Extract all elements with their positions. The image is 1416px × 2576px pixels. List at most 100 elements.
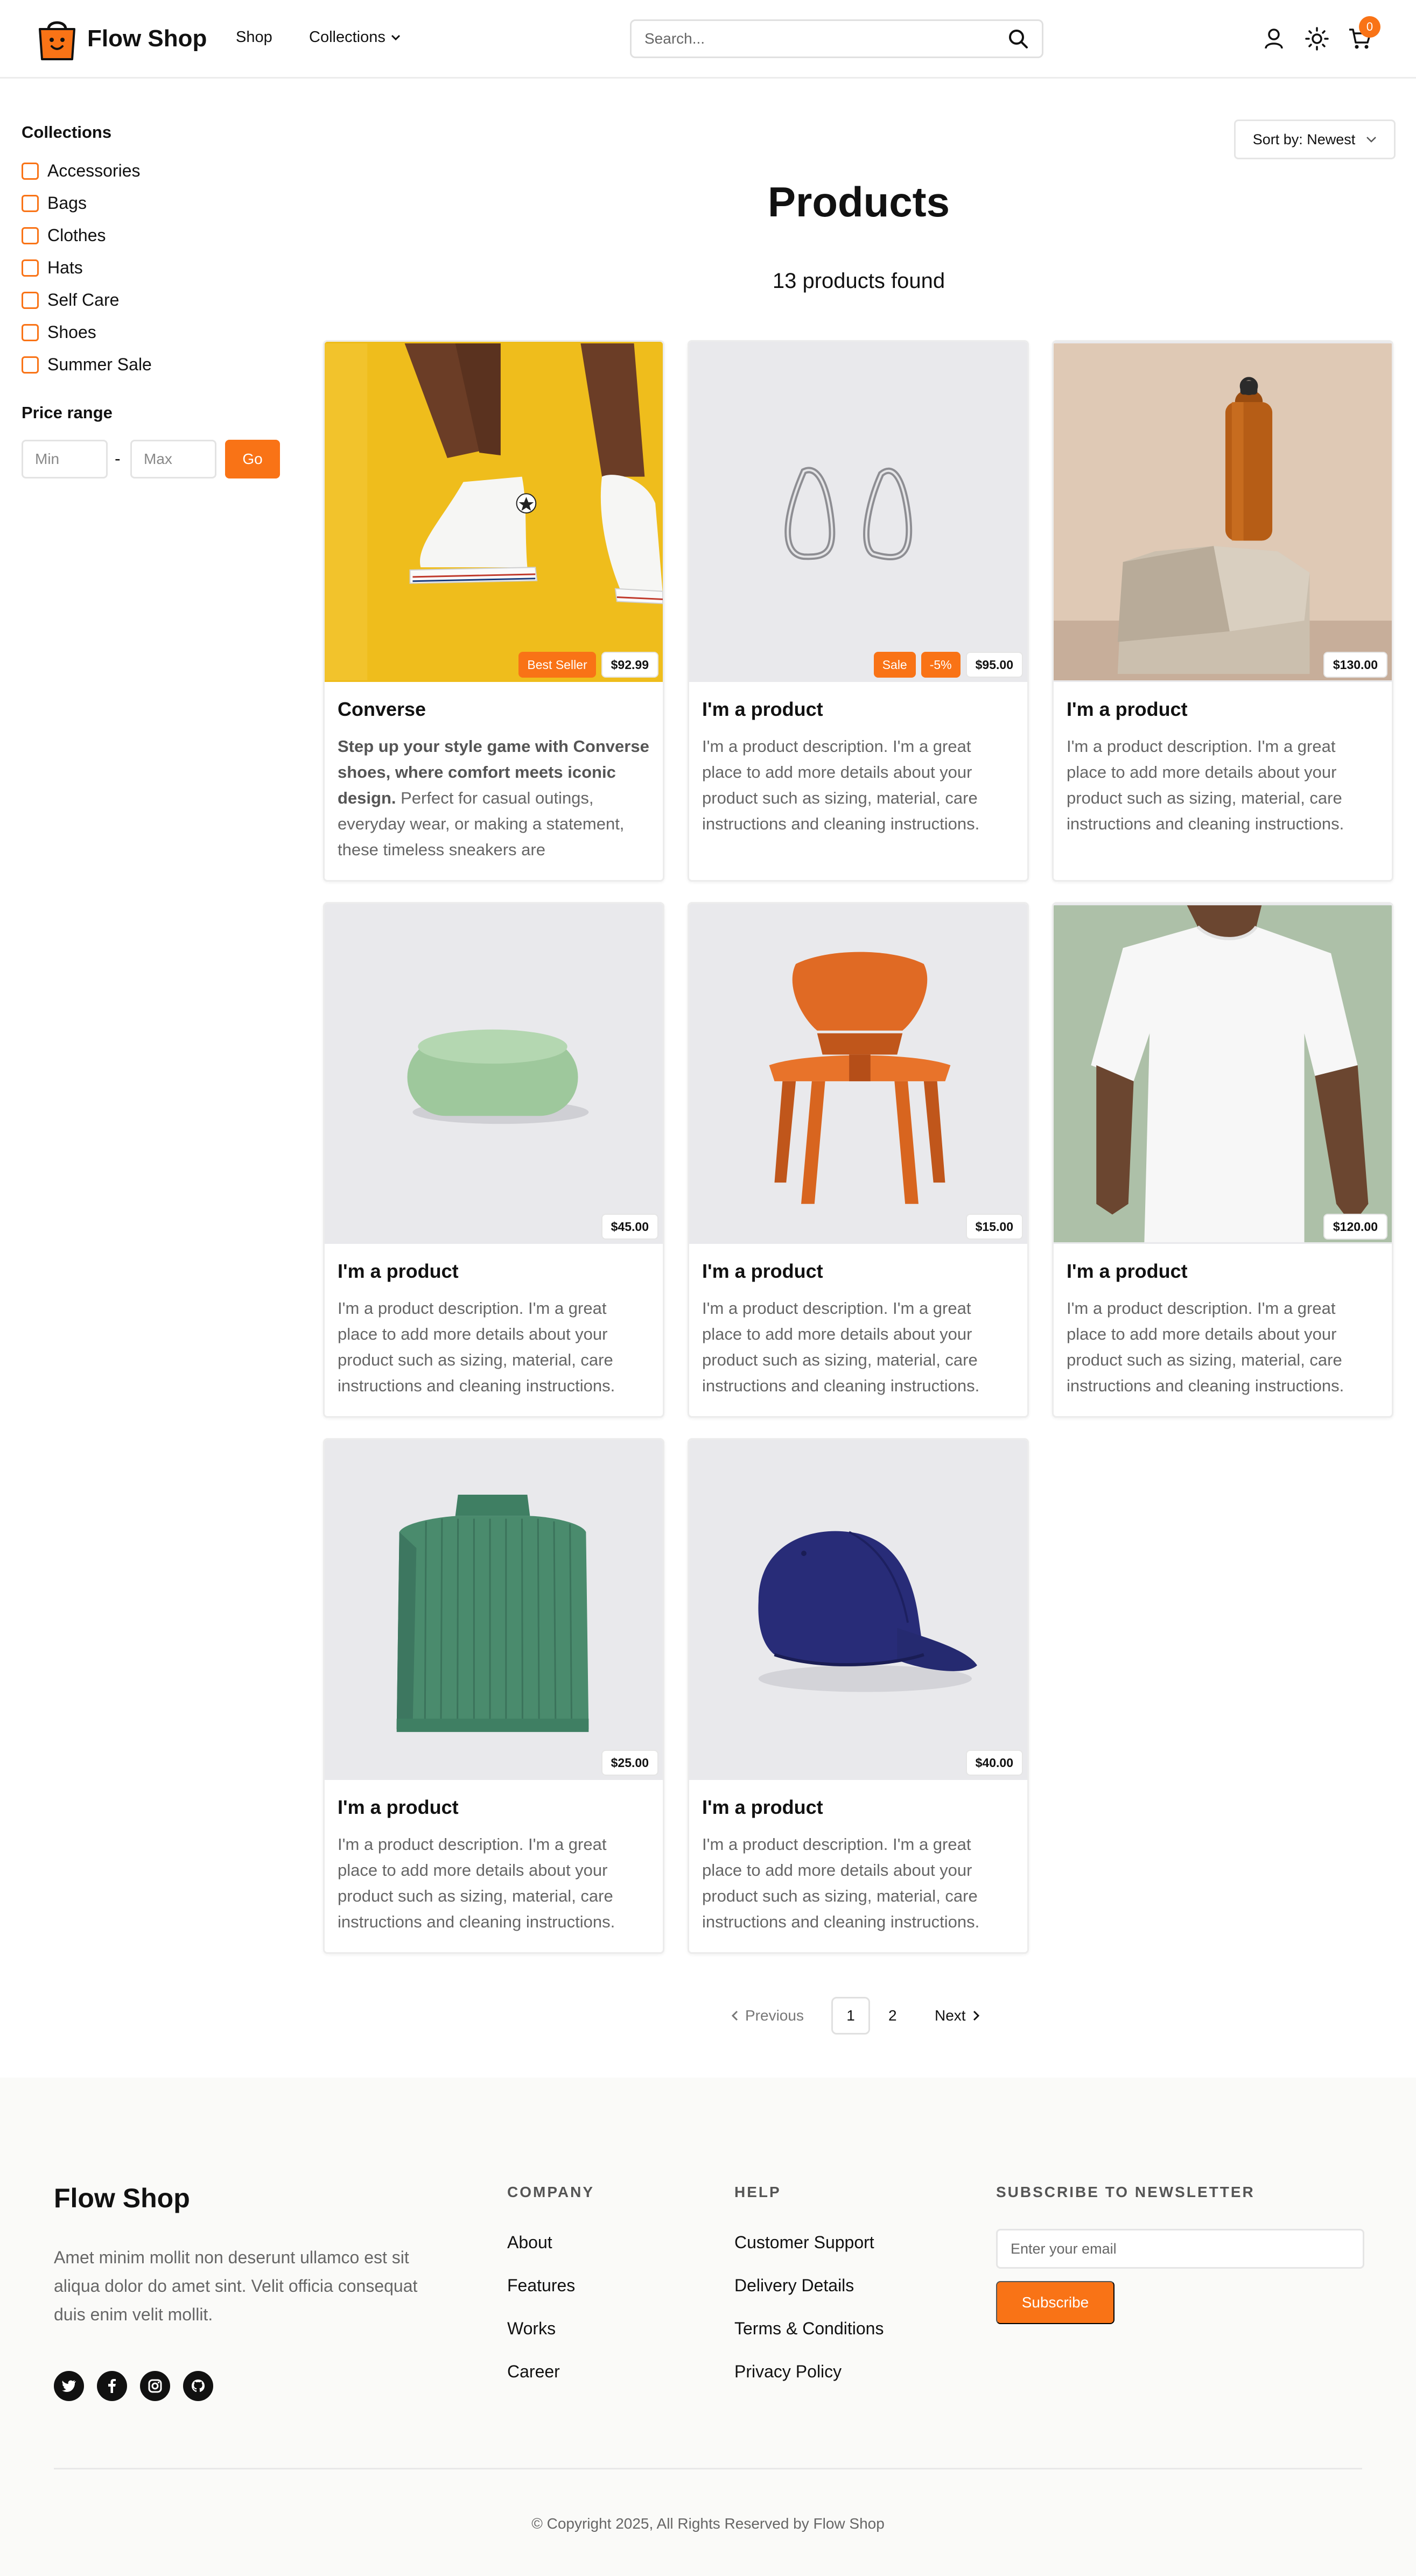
price-badge: $40.00: [965, 1750, 1023, 1776]
sneakers-illustration: [325, 343, 663, 681]
brand-name: Flow Shop: [87, 25, 207, 52]
product-badges: $130.00: [1323, 652, 1387, 678]
product-image-earrings[interactable]: Sale -5% $95.00: [689, 342, 1027, 682]
footer-divider: [54, 2468, 1362, 2469]
price-min-input[interactable]: [22, 440, 108, 478]
chevron-down-icon: [391, 34, 400, 40]
cap-illustration: [689, 1441, 1027, 1779]
bottle-illustration: [1054, 343, 1392, 681]
product-card[interactable]: $15.00 I'm a product I'm a product descr…: [688, 902, 1029, 1418]
footer-link-features[interactable]: Features: [507, 2276, 575, 2296]
subscribe-button[interactable]: Subscribe: [996, 2281, 1114, 2324]
product-badges: Sale -5% $95.00: [873, 652, 1023, 678]
product-title: I'm a product: [338, 1796, 459, 1818]
price-separator: -: [115, 449, 121, 468]
footer-link-career[interactable]: Career: [507, 2362, 560, 2382]
instagram-icon[interactable]: [140, 2371, 170, 2401]
footer-description: Amet minim mollit non deserunt ullamco e…: [54, 2248, 418, 2324]
newsletter-email-input[interactable]: [996, 2229, 1364, 2269]
newsletter-title: SUBSCRIBE TO NEWSLETTER: [996, 2184, 1255, 2200]
collections-filter-title: Collections: [22, 123, 112, 142]
product-card[interactable]: Sale -5% $95.00 I'm a product I'm a prod…: [688, 340, 1029, 882]
sort-dropdown[interactable]: Sort by: Newest: [1234, 119, 1396, 159]
product-card-body: I'm a product I'm a product description.…: [689, 1780, 1027, 1946]
chevron-right-icon: [973, 2010, 979, 2021]
checkbox[interactable]: [22, 227, 39, 244]
nav-collections-dropdown[interactable]: Collections: [309, 29, 401, 46]
footer-link-works[interactable]: Works: [507, 2319, 556, 2339]
price-go-button[interactable]: Go: [225, 440, 280, 478]
product-image-tshirt[interactable]: $120.00: [1054, 904, 1392, 1244]
github-icon[interactable]: [183, 2371, 213, 2401]
search-input[interactable]: [644, 30, 1007, 47]
product-image-cap[interactable]: $40.00: [689, 1440, 1027, 1780]
product-card[interactable]: $40.00 I'm a product I'm a product descr…: [688, 1438, 1029, 1954]
product-image-sweater[interactable]: $25.00: [325, 1440, 663, 1780]
product-image-chair[interactable]: $15.00: [689, 904, 1027, 1244]
filter-accessories[interactable]: Accessories: [22, 161, 141, 181]
product-image-bottle[interactable]: $130.00: [1054, 342, 1392, 682]
product-card[interactable]: Best Seller $92.99 Converse Step up your…: [323, 340, 664, 882]
footer-link-delivery-details[interactable]: Delivery Details: [734, 2276, 854, 2296]
product-card-body: I'm a product I'm a product description.…: [1054, 682, 1392, 848]
footer-company-title: COMPANY: [507, 2184, 595, 2200]
filter-label: Hats: [47, 258, 83, 277]
search-bar: [630, 19, 1043, 58]
product-description: I'm a product description. I'm a great p…: [1067, 1299, 1344, 1395]
checkbox[interactable]: [22, 356, 39, 374]
product-card[interactable]: $130.00 I'm a product I'm a product desc…: [1052, 340, 1393, 882]
checkbox[interactable]: [22, 259, 39, 277]
products-count: 13 products found: [772, 269, 945, 293]
nav-shop-link[interactable]: Shop: [236, 29, 272, 46]
price-badge: $130.00: [1323, 652, 1387, 678]
checkbox[interactable]: [22, 323, 39, 341]
product-card[interactable]: $25.00 I'm a product I'm a product descr…: [323, 1438, 664, 1954]
footer-link-privacy[interactable]: Privacy Policy: [734, 2362, 842, 2382]
filter-shoes[interactable]: Shoes: [22, 322, 96, 342]
product-card-body: I'm a product I'm a product description.…: [325, 1244, 663, 1410]
sort-label: Sort by: Newest: [1252, 131, 1356, 147]
facebook-icon[interactable]: [97, 2371, 127, 2401]
twitter-icon[interactable]: [54, 2371, 84, 2401]
filter-self-care[interactable]: Self Care: [22, 290, 119, 310]
footer-link-about[interactable]: About: [507, 2233, 552, 2253]
pagination-page-1[interactable]: 1: [831, 1997, 870, 2035]
product-title: I'm a product: [1067, 1260, 1188, 1282]
checkbox[interactable]: [22, 291, 39, 309]
pagination-next[interactable]: Next: [935, 1997, 980, 2035]
footer-link-terms[interactable]: Terms & Conditions: [734, 2319, 884, 2339]
product-card-body: Converse Step up your style game with Co…: [325, 682, 663, 874]
price-badge: $45.00: [601, 1214, 658, 1240]
user-icon[interactable]: [1260, 25, 1288, 53]
filter-label: Bags: [47, 193, 87, 213]
filter-bags[interactable]: Bags: [22, 193, 87, 213]
product-badges: $15.00: [965, 1214, 1023, 1240]
product-image-sneakers[interactable]: Best Seller $92.99: [325, 342, 663, 682]
logo[interactable]: Flow Shop: [36, 16, 207, 61]
search-icon[interactable]: [1007, 28, 1029, 50]
filter-label: Shoes: [47, 322, 96, 342]
product-card[interactable]: $45.00 I'm a product I'm a product descr…: [323, 902, 664, 1418]
sun-icon[interactable]: [1303, 25, 1331, 53]
pagination-page-2[interactable]: 2: [888, 1997, 897, 2035]
pagination-previous[interactable]: Previous: [731, 1997, 804, 2035]
filter-summer-sale[interactable]: Summer Sale: [22, 355, 152, 375]
copyright-text: © Copyright 2025, All Rights Reserved by…: [531, 2515, 885, 2532]
footer-link-customer-support[interactable]: Customer Support: [734, 2233, 874, 2253]
product-card[interactable]: $120.00 I'm a product I'm a product desc…: [1052, 902, 1393, 1418]
product-image-soap[interactable]: $45.00: [325, 904, 663, 1244]
checkbox[interactable]: [22, 162, 39, 180]
filter-clothes[interactable]: Clothes: [22, 226, 106, 245]
price-badge: $15.00: [965, 1214, 1023, 1240]
shopping-bag-logo-icon: [39, 21, 75, 60]
checkbox[interactable]: [22, 194, 39, 212]
price-badge: $92.99: [601, 652, 658, 678]
product-title: Converse: [338, 698, 426, 720]
filter-hats[interactable]: Hats: [22, 258, 83, 278]
product-badges: Best Seller $92.99: [518, 652, 658, 678]
soap-illustration: [325, 905, 663, 1243]
product-description: I'm a product description. I'm a great p…: [1067, 737, 1344, 833]
product-card-body: I'm a product I'm a product description.…: [1054, 1244, 1392, 1410]
price-max-input[interactable]: [130, 440, 216, 478]
product-title: I'm a product: [702, 1796, 823, 1818]
